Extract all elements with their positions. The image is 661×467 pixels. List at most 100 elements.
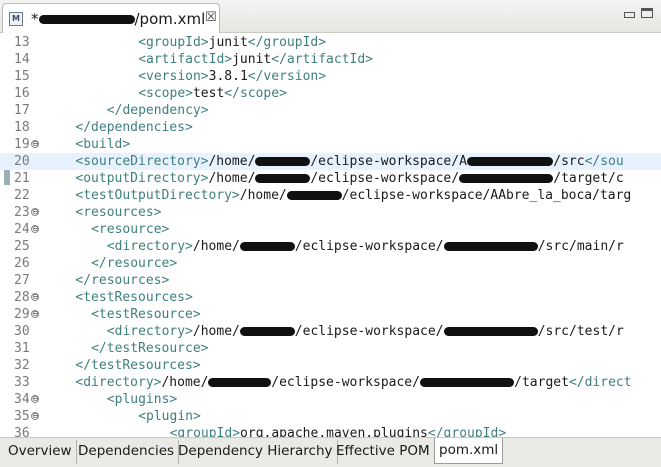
xml-tag: <testResource> (91, 307, 201, 322)
xml-text: /home/ (239, 188, 287, 203)
xml-tag: </artifactId> (271, 52, 373, 67)
code-line[interactable]: 21 <outputDirectory>/home/ /eclipse-worksp… (0, 170, 661, 187)
code-text: <scope>test</scope> (138, 85, 287, 102)
code-line[interactable]: 30 <directory>/home/ /eclipse-workspace/ /s… (0, 323, 661, 340)
redacted-text (239, 242, 295, 251)
code-line[interactable]: 28 ⊖ <testResources> (0, 289, 661, 306)
line-number: 24 (14, 222, 30, 237)
code-line[interactable]: 13 <groupId>junit</groupId> (0, 34, 661, 51)
redacted-text (466, 157, 554, 166)
code-line[interactable]: 23 ⊖ <resources> (0, 204, 661, 221)
pom-editor-page-tabs: Overview Dependencies Dependency Hierarchy… (0, 437, 661, 467)
xml-text: /eclipse-workspace/ (271, 375, 420, 390)
code-text: </resources> (75, 272, 169, 289)
fold-toggle-icon[interactable]: ⊖ (31, 208, 39, 216)
editor-tab-pom-xml[interactable]: M */pom.xml ☒ (2, 3, 220, 34)
xml-tag: <testOutputDirectory> (75, 188, 240, 203)
fold-toggle-icon[interactable]: ⊖ (31, 395, 39, 403)
xml-tag: <build> (75, 137, 131, 152)
line-number: 28 (14, 290, 30, 305)
redacted-text (255, 174, 311, 183)
minimize-icon[interactable] (624, 12, 635, 18)
line-number: 32 (14, 358, 30, 373)
code-line[interactable]: 32 </testResources> (0, 357, 661, 374)
xml-tag: <resources> (75, 205, 162, 220)
fold-toggle-icon[interactable]: ⊖ (31, 412, 39, 420)
xml-tag: <directory> (75, 375, 162, 390)
fold-toggle-icon[interactable]: ⊖ (31, 140, 39, 148)
code-text: <testOutputDirectory>/home/ /eclipse-work… (75, 187, 631, 204)
code-line[interactable]: 36 <groupId>org.apache.maven.plugins</gro… (0, 425, 661, 437)
xml-tag: <directory> (106, 239, 193, 254)
page-tab-dependencies[interactable]: Dependencies (74, 440, 180, 464)
xml-tag: <resource> (91, 222, 170, 237)
code-text: </dependencies> (75, 119, 192, 136)
xml-tag: </resource> (91, 256, 178, 271)
page-tab-overview[interactable]: Overview (4, 440, 77, 464)
code-line[interactable]: 22 <testOutputDirectory>/home/ /eclipse-wo… (0, 187, 661, 204)
code-text: </testResources> (75, 357, 200, 374)
xml-tag: <artifactId> (138, 52, 233, 67)
xml-tag: </testResources> (75, 358, 201, 373)
xml-text: /eclipse-workspace/ (310, 171, 460, 186)
close-tab-icon[interactable]: ☒ (205, 10, 217, 25)
code-line[interactable]: 17 </dependency> (0, 102, 661, 119)
fold-toggle-icon[interactable]: ⊖ (31, 310, 39, 318)
code-text: <plugins> (107, 391, 177, 408)
maximize-icon[interactable] (641, 8, 653, 18)
fold-toggle-icon[interactable]: ⊖ (31, 225, 39, 233)
page-tab-pom-xml[interactable]: pom.xml (434, 438, 504, 464)
code-line[interactable]: 31 </testResource> (0, 340, 661, 357)
redacted-text (255, 157, 311, 166)
xml-source-editor[interactable]: 13 <groupId>junit</groupId> 14 <artifactId>… (0, 33, 661, 437)
code-line[interactable]: 14 <artifactId>junit</artifactId> (0, 51, 661, 68)
code-line[interactable]: 18 </dependencies> (0, 119, 661, 136)
code-line[interactable]: 33 <directory>/home/ /eclipse-workspace/ /t… (0, 374, 661, 391)
code-line[interactable]: 19 ⊖ <build> (0, 136, 661, 153)
code-line[interactable]: 26 </resource> (0, 255, 661, 272)
fold-toggle-icon[interactable]: ⊖ (31, 293, 39, 301)
line-number: 34 (14, 392, 30, 407)
xml-text: test (192, 86, 225, 101)
code-text: <directory>/home/ /eclipse-workspace/ /src… (107, 238, 624, 255)
code-text: <groupId>org.apache.maven.plugins</group… (170, 425, 507, 437)
xml-tag: </scope> (224, 86, 287, 101)
xml-text: org.apache.maven.plugins (240, 426, 428, 437)
code-text: <plugin> (138, 408, 201, 425)
code-line[interactable]: 24 ⊖ <resource> (0, 221, 661, 238)
code-line[interactable]: 34 ⊖ <plugins> (0, 391, 661, 408)
line-number: 15 (14, 69, 30, 84)
code-line[interactable]: 35 ⊖ <plugin> (0, 408, 661, 425)
code-text: </resource> (91, 255, 177, 272)
line-number: 16 (14, 86, 30, 101)
editor-tab-bar: M */pom.xml ☒ (0, 0, 661, 34)
code-line[interactable]: 20 <sourceDirectory>/home/ /eclipse-worksp… (0, 153, 661, 170)
redacted-text (443, 327, 538, 336)
xml-text: 3.8.1 (208, 69, 248, 84)
code-line[interactable]: 15 <version>3.8.1</version> (0, 68, 661, 85)
line-number: 25 (14, 239, 30, 254)
code-line[interactable]: 25 <directory>/home/ /eclipse-workspace/ /s… (0, 238, 661, 255)
code-text: <artifactId>junit</artifactId> (138, 51, 373, 68)
line-number: 29 (14, 307, 30, 322)
xml-text: /src (553, 154, 585, 169)
xml-text: /src/test/r (537, 324, 624, 339)
code-line[interactable]: 16 <scope>test</scope> (0, 85, 661, 102)
line-number: 21 (14, 171, 30, 186)
code-text: <sourceDirectory>/home/ /eclipse-workspac… (75, 153, 623, 170)
code-line[interactable]: 27 </resources> (0, 272, 661, 289)
code-text: <build> (75, 136, 130, 153)
page-tab-dependency-hierarchy[interactable]: Dependency Hierarchy (174, 440, 338, 464)
redacted-text (459, 174, 554, 183)
xml-tag: </version> (247, 69, 327, 84)
line-number: 22 (14, 188, 30, 203)
code-line[interactable]: 29 ⊖ <testResource> (0, 306, 661, 323)
xml-text: /eclipse-workspace/ (294, 324, 444, 339)
redacted-text (419, 378, 515, 387)
line-number: 20 (14, 154, 30, 169)
xml-text: /eclipse-workspace/AAbre_la_boca/targ (341, 188, 632, 203)
xml-tag: <outputDirectory> (75, 171, 209, 186)
xml-text: junit (232, 52, 272, 67)
page-tab-effective-pom[interactable]: Effective POM (332, 440, 435, 464)
xml-text: junit (208, 35, 248, 50)
